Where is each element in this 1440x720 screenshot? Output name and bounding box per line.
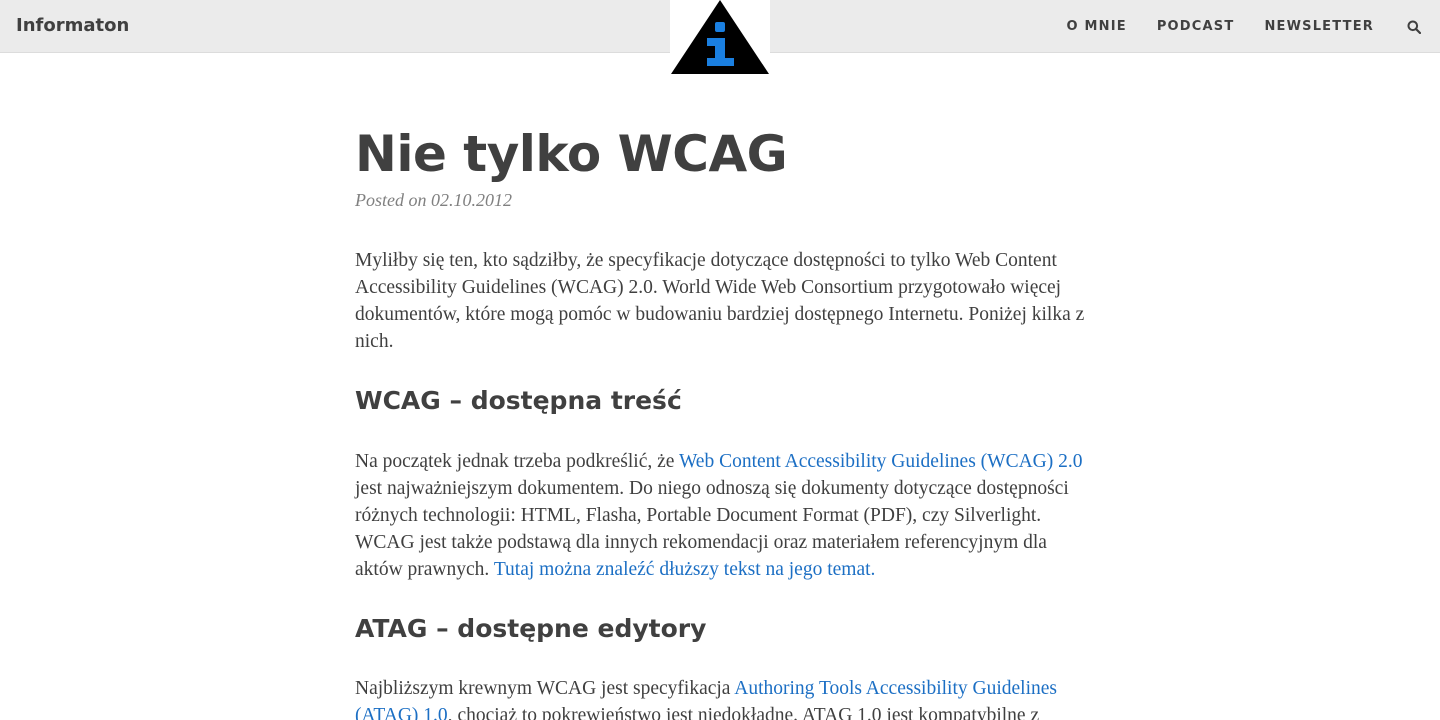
wcag-link[interactable]: Web Content Accessibility Guidelines (WC… xyxy=(679,451,1083,472)
section-wcag-paragraph: Na początek jednak trzeba podkreślić, że… xyxy=(355,448,1085,583)
post-intro-paragraph: Myliłby się ten, kto sądziłby, że specyf… xyxy=(355,250,1085,352)
paragraph-text: Najbliższym krewnym WCAG jest specyfikac… xyxy=(355,678,735,699)
section-heading-atag: ATAG – dostępne edytory xyxy=(355,613,707,643)
nav-links: O MNIE PODCAST NEWSLETTER xyxy=(1067,0,1440,53)
section-atag-paragraph: Najbliższym krewnym WCAG jest specyfikac… xyxy=(355,675,1085,720)
paragraph-text: , chociaż to pokrewieństwo jest niedokła… xyxy=(447,705,1040,720)
post-meta: Posted on 02.10.2012 xyxy=(355,190,512,210)
section-heading-wcag: WCAG – dostępna treść xyxy=(355,386,682,415)
site-brand-link[interactable]: Informaton xyxy=(16,15,129,36)
nav-link-podcast[interactable]: PODCAST xyxy=(1157,19,1235,34)
post-title: Nie tylko WCAG xyxy=(355,125,788,183)
search-icon xyxy=(1407,20,1421,34)
wcag-article-link[interactable]: Tutaj można znaleźć dłuższy tekst na jeg… xyxy=(494,559,876,580)
nav-link-o-mnie[interactable]: O MNIE xyxy=(1067,19,1127,34)
nav-link-newsletter[interactable]: NEWSLETTER xyxy=(1264,19,1374,34)
top-navbar: Informaton O MNIE PODCAST NEWSLETTER xyxy=(0,0,1440,76)
blog-post: Nie tylko WCAG Posted on 02.10.2012 Myli… xyxy=(355,110,1085,720)
search-button[interactable] xyxy=(1404,17,1424,37)
site-logo[interactable] xyxy=(670,0,770,76)
info-triangle-icon xyxy=(671,0,769,74)
paragraph-text: Na początek jednak trzeba podkreślić, że xyxy=(355,450,679,472)
